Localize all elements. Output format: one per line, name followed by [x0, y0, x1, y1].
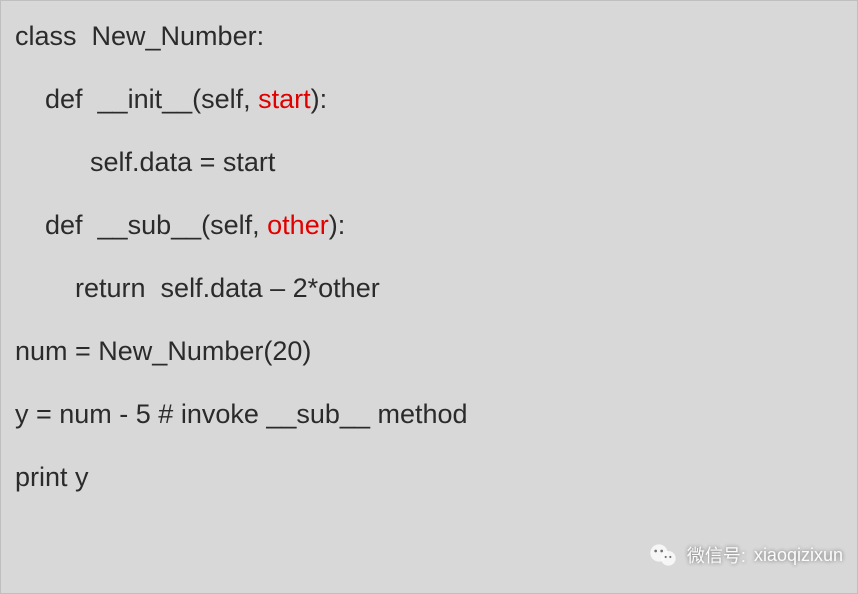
code-text: def __init__(self,: [15, 84, 258, 114]
code-text: ):: [311, 84, 328, 114]
watermark-label: 微信号:: [687, 542, 746, 568]
code-text: print y: [15, 462, 89, 492]
code-line: def __init__(self, start):: [15, 86, 843, 113]
code-line: self.data = start: [15, 149, 843, 176]
code-text: class New_Number:: [15, 21, 264, 51]
code-line: class New_Number:: [15, 23, 843, 50]
code-line: print y: [15, 464, 843, 491]
code-param: start: [258, 84, 311, 114]
code-text: ):: [329, 210, 346, 240]
watermark-account: xiaoqizixun: [754, 545, 843, 566]
code-text: self.data = start: [15, 147, 275, 177]
code-block: class New_Number: def __init__(self, sta…: [1, 1, 857, 513]
code-param: other: [267, 210, 329, 240]
code-text: def __sub__(self,: [15, 210, 267, 240]
code-text: num = New_Number(20): [15, 336, 311, 366]
code-line: return self.data – 2*other: [15, 275, 843, 302]
code-line: def __sub__(self, other):: [15, 212, 843, 239]
code-line: num = New_Number(20): [15, 338, 843, 365]
code-text: y = num - 5 # invoke __sub__ method: [15, 399, 468, 429]
code-line: y = num - 5 # invoke __sub__ method: [15, 401, 843, 428]
watermark: 微信号: xiaoqizixun: [647, 539, 843, 571]
code-text: return self.data – 2*other: [15, 273, 380, 303]
wechat-icon: [647, 539, 679, 571]
